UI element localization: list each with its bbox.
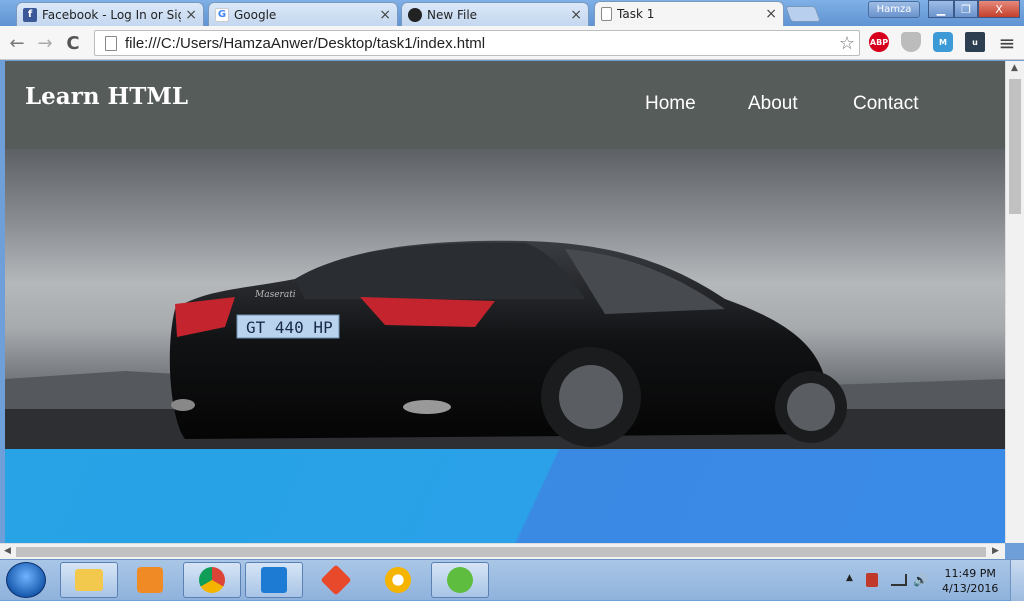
vertical-scrollbar[interactable]: ▲ [1005,61,1024,543]
tab-title: Task 1 [617,7,655,21]
taskbar-utorrent[interactable] [431,562,489,598]
exhaust-left [171,399,195,411]
horizontal-scrollbar[interactable]: ◀ ▶ [0,543,1005,559]
taskbar: ▲ 🔊 11:49 PM 4/13/2016 [0,559,1024,601]
clock-time: 11:49 PM [944,567,996,580]
car-badge-text: Maserati [254,290,296,300]
taskbar-git[interactable] [307,562,365,598]
web-page: Learn HTML Home About Contact GT 440 HP … [5,61,1005,543]
front-rim [787,383,835,431]
github-icon [408,7,422,22]
rear-window [295,242,585,299]
address-bar[interactable]: file:///C:/Users/HamzaAnwer/Desktop/task… [94,30,860,56]
vertical-scroll-thumb[interactable] [1009,79,1021,214]
tab-title: Google [234,7,277,22]
scroll-left-arrow-icon[interactable]: ◀ [4,546,11,556]
explorer-icon [75,569,103,591]
tab-new-file[interactable]: New File × [401,2,589,26]
tab-close-icon[interactable]: × [570,7,582,23]
rear-rim [559,365,623,429]
tab-close-icon[interactable]: × [765,6,777,22]
google-icon: G [215,7,229,22]
url-text: file:///C:/Users/HamzaAnwer/Desktop/task… [125,34,486,52]
chrome-canary-icon [385,567,411,593]
blue-section [5,449,1005,543]
page-icon [601,7,612,21]
scroll-up-arrow-icon[interactable]: ▲ [1011,63,1018,73]
utorrent-icon [447,567,473,593]
adblock-plus-icon[interactable]: ABP [869,32,889,52]
nav-contact[interactable]: Contact [853,93,918,115]
license-plate-text: GT 440 HP [246,318,333,337]
browser-window: f Facebook - Log In or Sign Up × G Googl… [0,0,1024,601]
tray-expand-icon[interactable]: ▲ [846,573,853,583]
facebook-icon: f [23,7,37,22]
tab-title: Facebook - Log In or Sign Up [42,7,181,22]
taskbar-vscode[interactable] [245,562,303,598]
git-icon [320,564,352,596]
mailtrack-extension-icon[interactable]: M [933,32,953,52]
visual-studio-code-icon [261,567,287,593]
clock-date: 4/13/2016 [942,582,999,595]
scroll-right-arrow-icon[interactable]: ▶ [992,546,999,556]
taskbar-chrome[interactable] [183,562,241,598]
minimize-button[interactable]: ▁ [928,0,954,18]
forward-button[interactable]: → [34,32,56,54]
tab-facebook[interactable]: f Facebook - Log In or Sign Up × [16,2,204,26]
chrome-icon [199,567,225,593]
nav-home[interactable]: Home [645,93,696,115]
taskbar-chrome-canary[interactable] [369,562,427,598]
back-button[interactable]: ← [6,32,28,54]
volume-icon[interactable]: 🔊 [913,573,928,587]
start-button[interactable] [6,562,46,598]
u-extension-icon[interactable]: u [965,32,985,52]
profile-button[interactable]: Hamza [868,1,920,18]
tab-close-icon[interactable]: × [379,7,391,23]
show-desktop-button[interactable] [1010,560,1024,601]
network-icon[interactable] [891,574,907,586]
tab-strip: f Facebook - Log In or Sign Up × G Googl… [0,0,1024,26]
safely-remove-icon[interactable] [866,573,878,587]
reload-button[interactable]: C [62,32,84,54]
tab-close-icon[interactable]: × [185,7,197,23]
taskbar-explorer[interactable] [60,562,118,598]
shield-extension-icon[interactable] [901,32,921,52]
maximize-button[interactable]: ❐ [954,0,978,18]
car-illustration: GT 440 HP Maserati [5,240,1005,449]
exhaust-right [403,400,451,414]
nav-about[interactable]: About [748,93,798,115]
browser-toolbar: ← → C file:///C:/Users/HamzaAnwer/Deskto… [0,26,1024,60]
tab-title: New File [427,7,478,22]
horizontal-scroll-thumb[interactable] [16,547,986,557]
site-brand[interactable]: Learn HTML [25,83,188,110]
site-header: Learn HTML Home About Contact [5,61,1005,149]
tab-task-1[interactable]: Task 1 × [594,1,784,26]
media-player-icon [137,567,163,593]
page-icon [105,35,117,51]
close-window-button[interactable]: X [978,0,1020,18]
taskbar-media-player[interactable] [121,562,179,598]
bookmark-star-icon[interactable]: ☆ [839,33,855,54]
hero-image: GT 440 HP Maserati [5,149,1005,449]
new-tab-button[interactable] [785,6,821,22]
tab-google[interactable]: G Google × [208,2,398,26]
system-clock[interactable]: 11:49 PM 4/13/2016 [942,566,998,596]
menu-icon[interactable]: ≡ [996,31,1018,55]
